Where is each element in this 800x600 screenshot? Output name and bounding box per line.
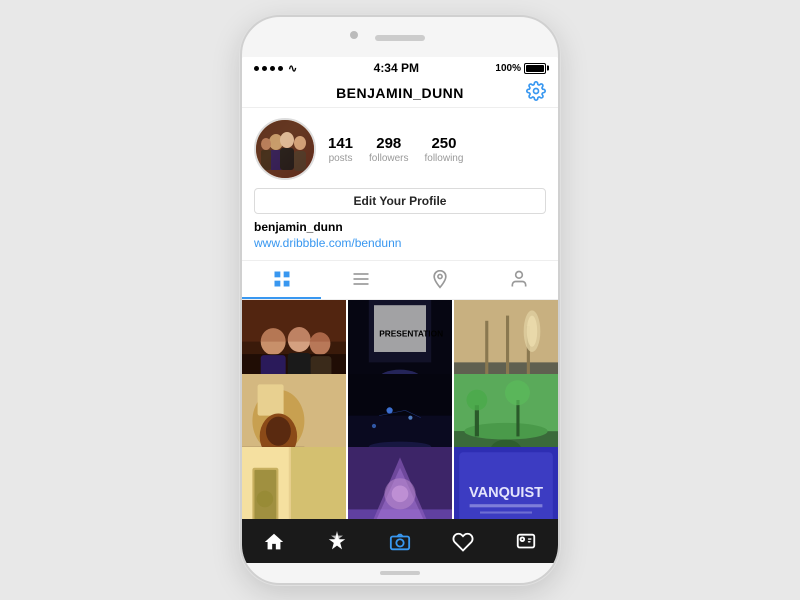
home-indicator	[380, 571, 420, 575]
photo-cell-7[interactable]	[242, 447, 346, 519]
battery-area: 100%	[495, 63, 546, 74]
posts-count: 141	[328, 135, 353, 153]
content-tabs	[242, 260, 558, 300]
settings-gear-icon[interactable]	[526, 81, 546, 106]
nav-home[interactable]	[254, 527, 294, 557]
following-count: 250	[431, 135, 456, 153]
photo-grid: PRESENTATION	[242, 300, 558, 519]
phone-screen: ∿ 4:34 PM 100% BENJAMIN_DUNN	[242, 57, 558, 563]
nav-heart[interactable]	[443, 527, 483, 557]
dot-1	[254, 66, 259, 71]
stat-posts: 141 posts	[328, 135, 353, 164]
bio-username: benjamin_dunn	[254, 220, 546, 234]
following-label: following	[425, 153, 464, 164]
status-bar: ∿ 4:34 PM 100%	[242, 57, 558, 79]
phone-speaker	[375, 35, 425, 41]
battery-icon	[524, 63, 546, 74]
dot-3	[270, 66, 275, 71]
photo-cell-8[interactable]	[348, 447, 452, 519]
stat-followers: 298 followers	[369, 135, 408, 164]
stat-following: 250 following	[425, 135, 464, 164]
phone-camera	[350, 31, 358, 39]
profile-bio: benjamin_dunn www.dribbble.com/bendunn	[254, 220, 546, 252]
photo-cell-9[interactable]: VANQUIST	[454, 447, 558, 519]
nav-camera[interactable]	[380, 527, 420, 557]
posts-label: posts	[329, 153, 353, 164]
profile-section: 141 posts 298 followers 250 following Ed…	[242, 108, 558, 260]
dot-2	[262, 66, 267, 71]
tab-tagged[interactable]	[479, 261, 558, 299]
wifi-icon: ∿	[288, 62, 297, 75]
status-time: 4:34 PM	[374, 61, 419, 75]
avatar-image	[256, 120, 314, 178]
battery-fill	[526, 65, 544, 72]
nav-profile[interactable]	[506, 527, 546, 557]
followers-label: followers	[369, 153, 408, 164]
battery-percent-label: 100%	[495, 63, 521, 74]
tab-list[interactable]	[321, 261, 400, 299]
avatar	[254, 118, 316, 180]
profile-header: BENJAMIN_DUNN	[242, 79, 558, 108]
bottom-nav	[242, 519, 558, 563]
nav-explore[interactable]	[317, 527, 357, 557]
tab-location[interactable]	[400, 261, 479, 299]
followers-count: 298	[376, 135, 401, 153]
phone-frame: ∿ 4:34 PM 100% BENJAMIN_DUNN	[240, 15, 560, 585]
dot-4	[278, 66, 283, 71]
stats-row: 141 posts 298 followers 250 following	[328, 135, 546, 164]
profile-top: 141 posts 298 followers 250 following	[254, 118, 546, 180]
bio-link[interactable]: www.dribbble.com/bendunn	[254, 236, 401, 250]
profile-username-header: BENJAMIN_DUNN	[336, 85, 464, 101]
tab-grid[interactable]	[242, 261, 321, 299]
edit-profile-button[interactable]: Edit Your Profile	[254, 188, 546, 214]
signal-dots: ∿	[254, 62, 297, 75]
